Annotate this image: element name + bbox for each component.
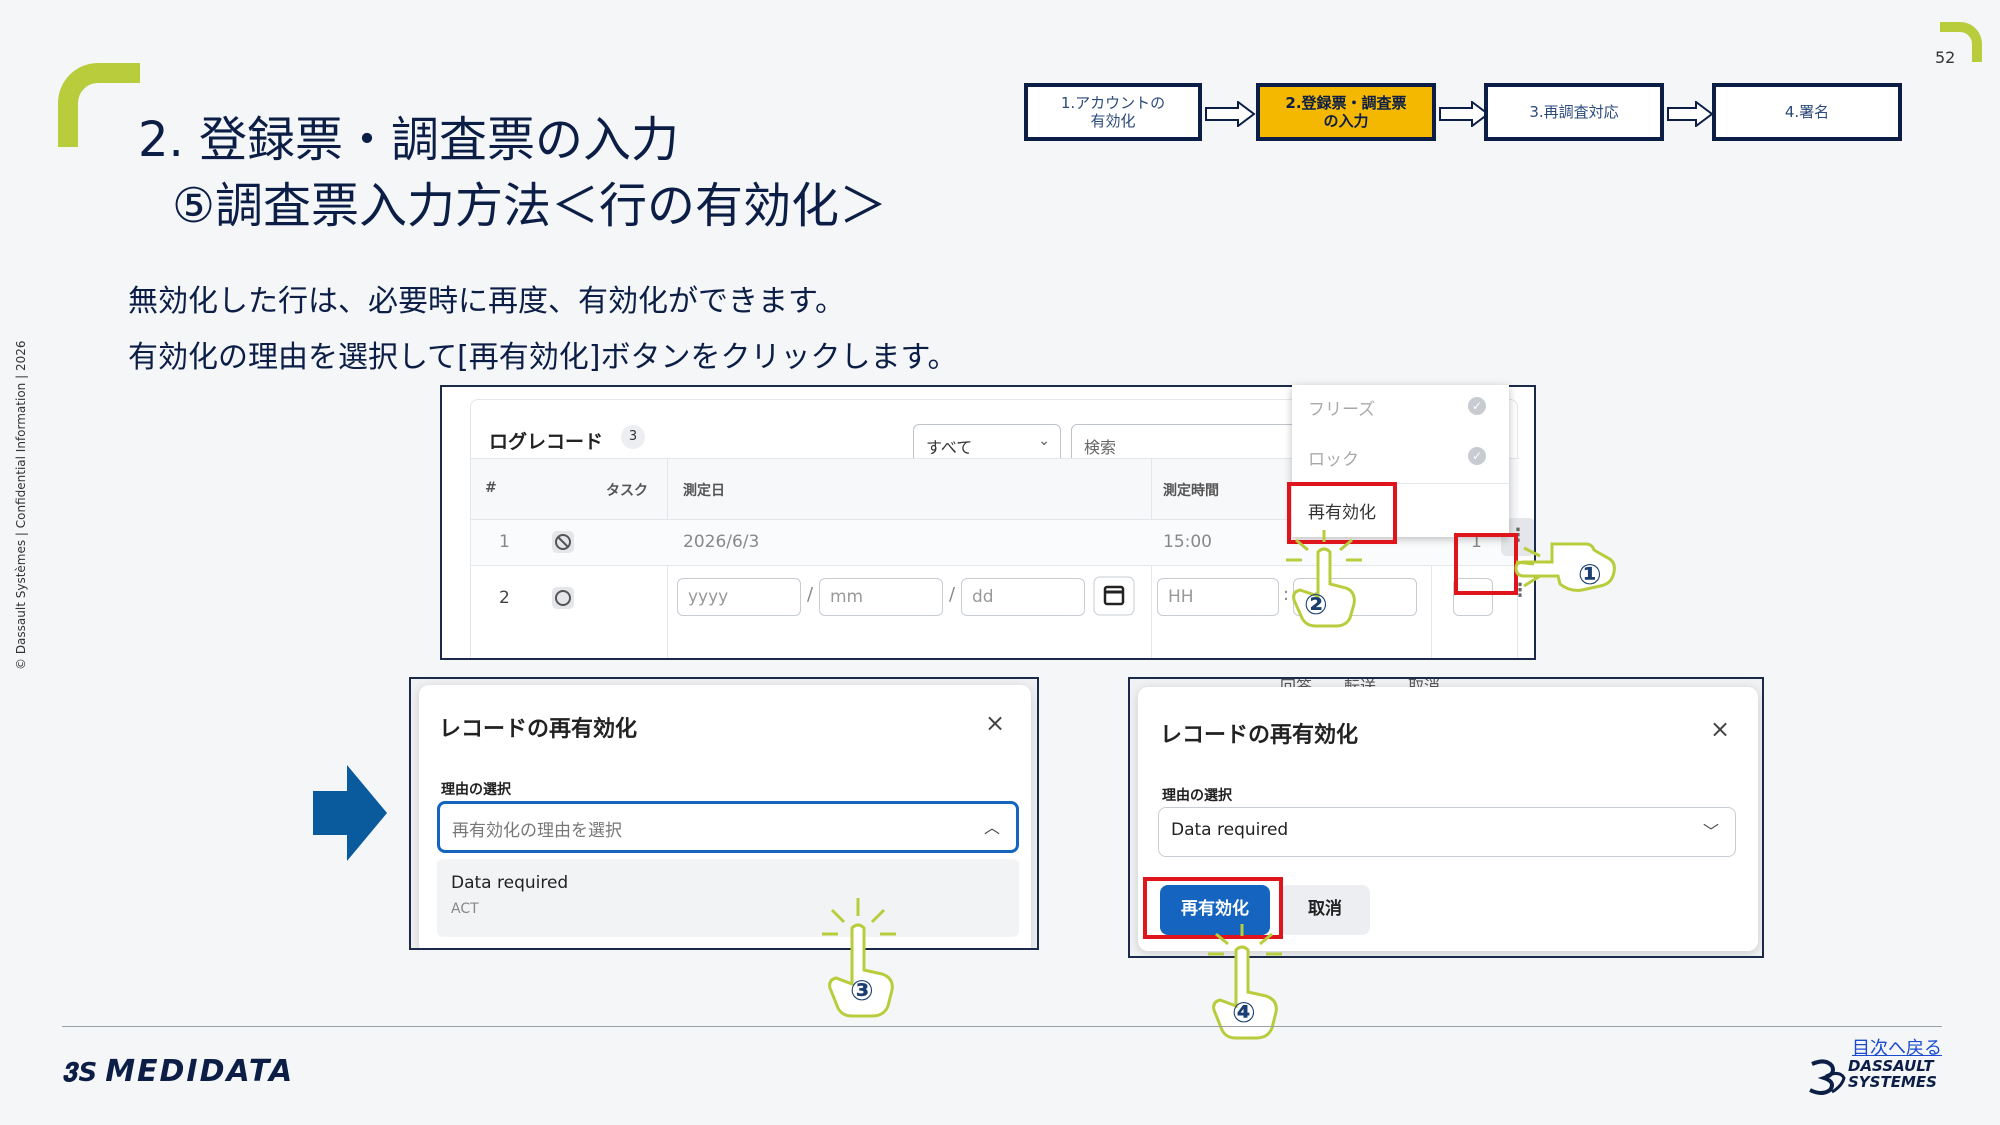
check-icon: ✓ (1468, 397, 1486, 415)
reason-option-data-required[interactable]: Data required ACT (437, 859, 1019, 937)
inactive-status-icon (552, 531, 574, 553)
date-separator: / (949, 584, 956, 605)
reactivate-modal-reason-open: レコードの再有効化 × 理由の選択 再有効化の理由を選択 ︿ Data requ… (409, 677, 1039, 950)
modal-body: レコードの再有効化 × 理由の選択 再有効化の理由を選択 ︿ Data requ… (419, 685, 1031, 948)
column-header-task: タスク (606, 483, 648, 499)
ds-logo-line1: DASSAULT (1848, 1057, 1934, 1075)
callout-number-2: ② (1304, 588, 1328, 621)
active-status-icon (552, 587, 574, 609)
month-input[interactable]: mm (819, 578, 943, 616)
step-2-form-entry: 2.登録票・調査票 の入力 (1256, 83, 1436, 141)
ds-logo-text: DASSAULT SYSTEMES (1848, 1058, 1937, 1090)
chevron-down-icon: ⌄ (1038, 433, 1050, 449)
chevron-up-icon: ︿ (983, 818, 1000, 837)
filter-select-value: すべて (926, 438, 973, 457)
menu-item-freeze[interactable]: フリーズ (1308, 395, 1375, 420)
record-count-badge: 3 (621, 425, 645, 449)
row-date: 2026/6/3 (683, 532, 760, 552)
column-header-number: # (485, 480, 497, 496)
close-icon[interactable]: × (985, 709, 1005, 737)
page-number: 52 (1935, 48, 1956, 67)
hour-input[interactable]: HH (1157, 578, 1279, 616)
flow-arrow-icon (1439, 101, 1490, 127)
row-time: 15:00 (1163, 532, 1212, 552)
callout-number-1: ① (1578, 558, 1602, 591)
ds-logo-line2: SYSTEMES (1848, 1073, 1937, 1091)
medidata-logo: 𝟑S MEDIDATA (62, 1054, 295, 1089)
close-icon[interactable]: × (1710, 715, 1730, 743)
step-4-signature: 4.署名 (1712, 83, 1902, 141)
chevron-down-icon: ﹀ (1702, 822, 1719, 841)
reason-field-label: 理由の選択 (441, 782, 511, 798)
reason-select-open[interactable]: 再有効化の理由を選択 ︿ (437, 801, 1019, 853)
right-arrow-icon (313, 765, 387, 861)
step-3-requery: 3.再調査対応 (1484, 83, 1664, 141)
flow-arrow-icon (1667, 101, 1714, 127)
medidata-logo-text: MEDIDATA (105, 1054, 295, 1089)
callout-number-4: ④ (1232, 996, 1256, 1029)
reason-select[interactable]: Data required ﹀ (1158, 807, 1736, 857)
modal-title: レコードの再有効化 (1160, 723, 1359, 748)
modal-title: レコードの再有効化 (439, 717, 638, 742)
page-title: 2. 登録票・調査票の入力 (138, 112, 680, 168)
cancel-button[interactable]: 取消 (1280, 885, 1370, 935)
log-record-title: ログレコード (489, 431, 604, 453)
calendar-icon[interactable] (1093, 576, 1135, 616)
highlight-actions-button (1454, 533, 1518, 595)
column-header-date: 測定日 (683, 483, 725, 499)
ds-logo-icon (1809, 1059, 1846, 1095)
reason-field-label: 理由の選択 (1162, 788, 1232, 804)
page-subtitle: ⑤調査票入力方法＜行の有効化＞ (172, 178, 888, 234)
step-1-account-activation: 1.アカウントの 有効化 (1024, 83, 1202, 141)
option-code: ACT (451, 901, 479, 917)
menu-item-lock[interactable]: ロック (1308, 445, 1359, 470)
pointing-hand-icon (1514, 542, 1616, 592)
check-icon: ✓ (1468, 447, 1486, 465)
footer-divider (62, 1026, 1942, 1027)
body-text-line-2: 有効化の理由を選択して[再有効化]ボタンをクリックします。 (128, 340, 958, 375)
year-input[interactable]: yyyy (677, 578, 801, 616)
flow-arrow-icon (1205, 101, 1256, 127)
body-text-line-1: 無効化した行は、必要時に再度、有効化ができます。 (128, 284, 845, 319)
day-input[interactable]: dd (961, 578, 1085, 616)
callout-number-3: ③ (850, 974, 874, 1007)
reason-select-value: Data required (1171, 820, 1289, 840)
date-separator: / (807, 584, 814, 605)
corner-bracket-decoration (58, 63, 140, 147)
dassault-systemes-logo: DASSAULT SYSTEMES (1806, 1056, 1942, 1096)
column-header-time: 測定時間 (1163, 483, 1219, 499)
reason-select-placeholder: 再有効化の理由を選択 (452, 821, 622, 841)
row-number: 1 (499, 532, 510, 552)
copyright-notice: © Dassault Systèmes | Confidential Infor… (14, 340, 28, 670)
option-label: Data required (451, 873, 569, 893)
row-number: 2 (499, 588, 510, 608)
